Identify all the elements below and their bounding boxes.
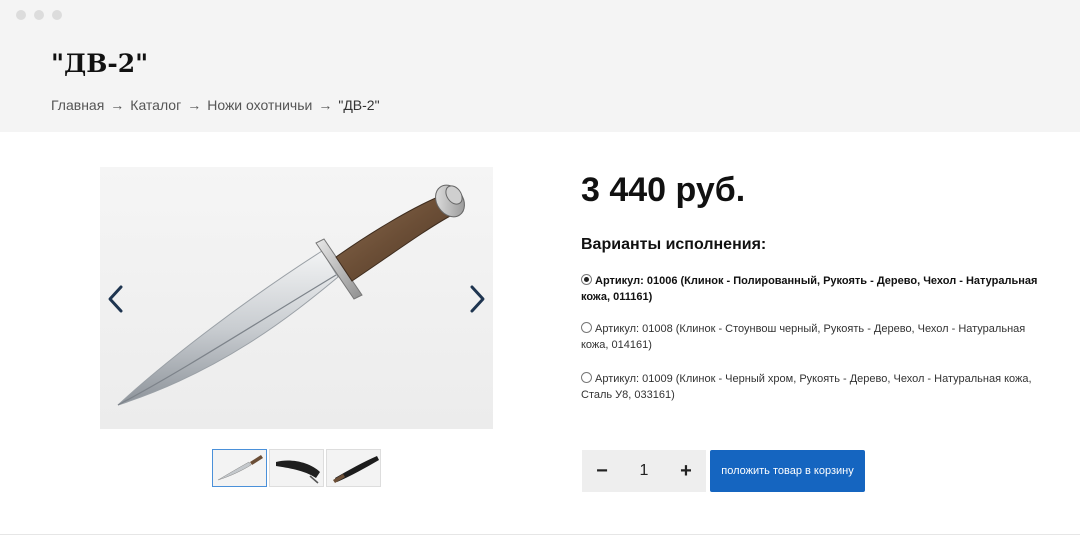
sheath-thumbnail-image — [276, 460, 320, 484]
knife-thumbnail[interactable] — [212, 449, 267, 487]
knife-image — [117, 184, 465, 406]
window-dot-icon[interactable] — [52, 10, 62, 20]
breadcrumb-current: "ДВ-2" — [338, 97, 380, 113]
add-to-cart-button[interactable]: положить товар в корзину — [710, 450, 865, 492]
breadcrumb-separator: → — [110, 97, 125, 113]
knife-in-sheath-thumbnail[interactable] — [326, 449, 381, 487]
breadcrumb-catalog[interactable]: Каталог — [130, 97, 181, 113]
variant-label: Артикул: 01008 (Клинок - Стоунвош черный… — [581, 323, 1026, 351]
variant-option-01006[interactable]: Артикул: 01006 (Клинок - Полированный, Р… — [581, 273, 1051, 305]
variant-option-01008[interactable]: Артикул: 01008 (Клинок - Стоунвош черный… — [581, 321, 1051, 353]
thumbnail-strip — [212, 449, 381, 487]
quantity-increase-button[interactable]: + — [666, 450, 706, 492]
breadcrumb-separator: → — [318, 97, 333, 113]
divider — [0, 534, 1080, 535]
page-header: "ДВ-2" Главная → Каталог → Ножи охотничь… — [0, 0, 1080, 132]
variant-radio[interactable] — [581, 322, 592, 333]
variant-radio[interactable] — [581, 372, 592, 383]
window-dot-icon[interactable] — [34, 10, 44, 20]
product-image[interactable] — [100, 167, 493, 429]
variant-label: Артикул: 01009 (Клинок - Черный хром, Ру… — [581, 373, 1032, 401]
quantity-stepper: − 1 + — [582, 450, 706, 492]
chevron-right-icon[interactable] — [466, 284, 488, 314]
product-price: 3 440 руб. — [581, 171, 746, 209]
quantity-decrease-button[interactable]: − — [582, 450, 622, 492]
page-title: "ДВ-2" — [51, 49, 149, 78]
variant-label: Артикул: 01006 (Клинок - Полированный, Р… — [581, 275, 1038, 303]
variant-radio[interactable] — [581, 274, 592, 285]
knife-thumbnail-image — [217, 455, 263, 481]
quantity-value[interactable]: 1 — [622, 462, 666, 480]
variant-option-01009[interactable]: Артикул: 01009 (Клинок - Черный хром, Ру… — [581, 371, 1051, 403]
breadcrumb-home[interactable]: Главная — [51, 97, 104, 113]
knife-in-sheath-thumbnail-image — [333, 456, 379, 483]
chevron-left-icon[interactable] — [105, 284, 127, 314]
breadcrumb-separator: → — [187, 97, 202, 113]
breadcrumb-category[interactable]: Ножи охотничьи — [207, 97, 312, 113]
breadcrumb: Главная → Каталог → Ножи охотничьи → "ДВ… — [51, 97, 380, 113]
sheath-thumbnail[interactable] — [269, 449, 324, 487]
window-controls — [0, 0, 1080, 30]
variants-title: Варианты исполнения: — [581, 236, 767, 253]
window-dot-icon[interactable] — [16, 10, 26, 20]
